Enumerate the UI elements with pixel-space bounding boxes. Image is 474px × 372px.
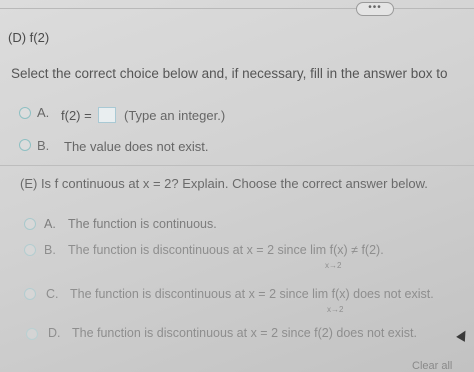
option-d-a-hint: (Type an integer.) [124, 108, 226, 123]
option-e-b-text: The function is discontinuous at x = 2 s… [68, 243, 384, 257]
option-e-d-letter: D. [48, 326, 61, 340]
option-e-c-limit-subscript: x→2 [327, 305, 344, 314]
option-d-a-radio[interactable] [19, 107, 31, 119]
option-e-b-limit-subscript: x→2 [325, 261, 342, 270]
mouse-pointer-icon [456, 328, 470, 342]
option-e-a-radio[interactable] [24, 218, 36, 230]
option-d-b-radio[interactable] [19, 139, 31, 151]
option-e-d-radio[interactable] [26, 328, 38, 340]
option-e-c-radio[interactable] [24, 288, 36, 300]
option-e-a-text: The function is continuous. [68, 217, 217, 231]
option-d-a-letter: A. [37, 105, 50, 120]
option-d-b-text: The value does not exist. [64, 139, 209, 154]
option-e-c-letter: C. [46, 287, 59, 301]
option-d-a-prefix: f(2) = [61, 108, 92, 123]
part-d-label: (D) f(2) [8, 30, 50, 45]
top-divider [0, 8, 474, 9]
option-e-b-letter: B. [44, 243, 56, 257]
option-e-d-text: The function is discontinuous at x = 2 s… [72, 326, 417, 340]
instruction-text: Select the correct choice below and, if … [11, 66, 448, 81]
option-d-b-letter: B. [37, 138, 50, 153]
more-options-button[interactable]: ••• [356, 2, 394, 16]
option-e-c-text: The function is discontinuous at x = 2 s… [70, 287, 434, 301]
f2-answer-input[interactable] [98, 107, 116, 123]
part-e-question: (E) Is f continuous at x = 2? Explain. C… [20, 176, 428, 191]
clear-all-button[interactable]: Clear all [412, 360, 452, 372]
option-e-b-radio[interactable] [24, 244, 36, 256]
option-e-a-letter: A. [44, 217, 56, 231]
section-divider [0, 165, 474, 166]
